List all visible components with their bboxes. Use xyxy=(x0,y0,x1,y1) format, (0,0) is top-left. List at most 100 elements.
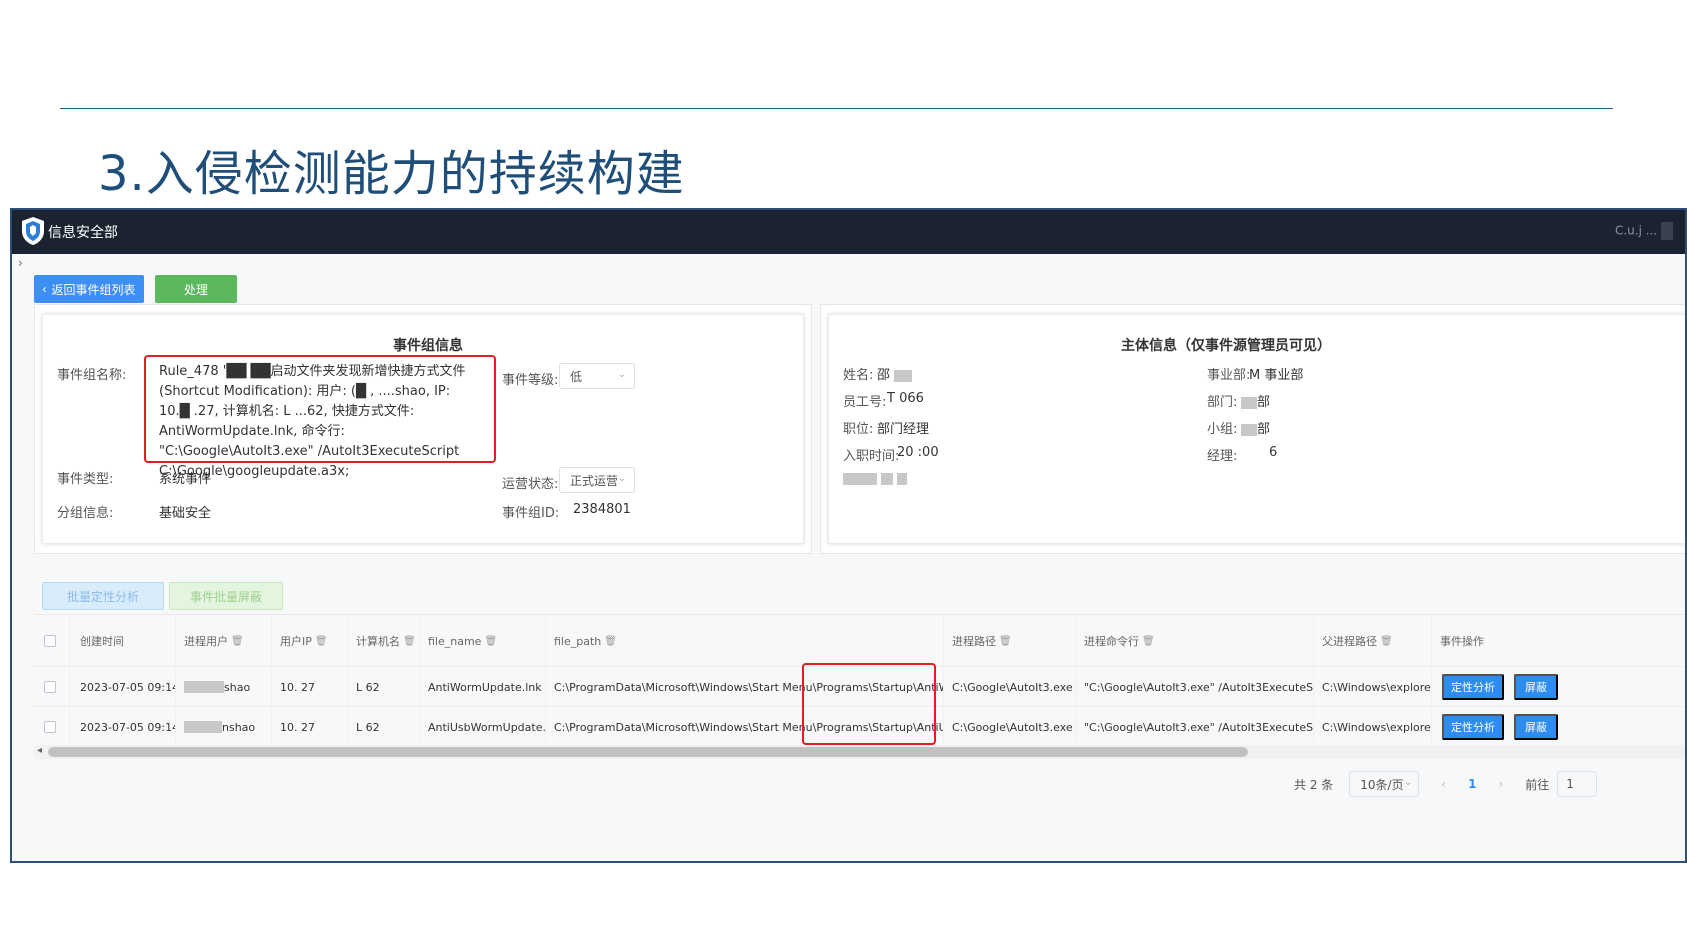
trash-icon[interactable]: 🗑 xyxy=(315,636,328,647)
division-label: 事业部: xyxy=(1207,368,1251,383)
trash-icon[interactable]: 🗑 xyxy=(1380,636,1393,647)
select-all-checkbox[interactable] xyxy=(44,635,56,647)
trash-icon[interactable]: 🗑 xyxy=(403,636,416,647)
chevron-down-icon: ⌄ xyxy=(617,473,626,484)
goto-input[interactable]: 1 xyxy=(1557,771,1598,797)
cell-process-path: C:\Google\AutoIt3.exe xyxy=(944,667,1076,707)
slide: 3.入侵检测能力的持续构建 信息安全部 C.u.j ... › ‹ 返回事件组列表… xyxy=(0,0,1687,949)
event-group-name-label: 事件组名称: xyxy=(57,368,127,383)
event-type-value: 系统事件 xyxy=(159,472,212,487)
cell-parent-path: C:\Windows\explorer.exe xyxy=(1314,707,1432,747)
header-host[interactable]: 计算机名 🗑 xyxy=(348,615,420,667)
page-number-1[interactable]: 1 xyxy=(1468,777,1476,791)
event-table: 创建时间 进程用户 🗑 用户IP 🗑 计算机名 🗑 file_name 🗑 file_p… xyxy=(34,614,1685,747)
row-checkbox[interactable] xyxy=(44,681,56,693)
ops-status-select[interactable]: 正式运营 ⌄ xyxy=(559,467,635,493)
header-ip[interactable]: 用户IP 🗑 xyxy=(272,615,348,667)
batch-analyze-button[interactable]: 批量定性分析 xyxy=(42,582,164,610)
trash-icon[interactable]: 🗑 xyxy=(999,636,1012,647)
ops-status-label: 运营状态: xyxy=(502,477,559,492)
row-checkbox[interactable] xyxy=(44,721,56,733)
cell-process-path: C:\Google\AutoIt3.exe xyxy=(944,707,1076,747)
scroll-left-icon[interactable]: ◂ xyxy=(37,745,42,756)
shield-button[interactable]: 屏蔽 xyxy=(1514,714,1558,740)
row-checkbox-cell xyxy=(34,667,70,707)
cell-time: 2023-07-05 09:14:00 xyxy=(70,667,176,707)
pagination: 共 2 条 10条/页 ⌄ ‹ 1 › 前往 1 xyxy=(1294,770,1598,798)
shield-button[interactable]: 屏蔽 xyxy=(1514,674,1558,700)
cell-user: nshao xyxy=(176,707,272,747)
chevron-down-icon: ⌄ xyxy=(617,369,626,380)
employee-id-label: 员工号: xyxy=(843,395,887,410)
cell-time: 2023-07-05 09:14:00 xyxy=(70,707,176,747)
slide-title: 3.入侵检测能力的持续构建 xyxy=(98,146,685,202)
event-level-value: 低 xyxy=(570,369,583,384)
subject-panel: 主体信息（仅事件源管理员可见） 姓名: 邵 事业部: M 事业部 员工号: T … xyxy=(828,314,1685,544)
page-size-select[interactable]: 10条/页 ⌄ xyxy=(1349,771,1420,797)
header-file-name[interactable]: file_name 🗑 xyxy=(420,615,546,667)
event-type-label: 事件类型: xyxy=(57,472,114,487)
batch-shield-button[interactable]: 事件批量屏蔽 xyxy=(169,582,283,610)
trash-icon[interactable]: 🗑 xyxy=(484,636,497,647)
header-file-path[interactable]: file_path 🗑 xyxy=(546,615,944,667)
redacted-field xyxy=(843,471,908,486)
event-group-panel: 事件组信息 事件组名称: Rule_478 '██ ██启动文件夹发现新增快捷方… xyxy=(42,314,804,544)
cell-ip: 10. 27 xyxy=(272,707,348,747)
total-count: 共 2 条 xyxy=(1294,777,1334,792)
header-parent-path[interactable]: 父进程路径 🗑 xyxy=(1314,615,1432,667)
ops-status-value: 正式运营 xyxy=(570,473,619,488)
department-value: 部 xyxy=(1241,391,1270,410)
avatar[interactable] xyxy=(1661,222,1673,240)
position-value: 部门经理 xyxy=(877,422,930,437)
header-user[interactable]: 进程用户 🗑 xyxy=(176,615,272,667)
event-group-title: 事件组信息 xyxy=(393,338,463,354)
group-info-label: 分组信息: xyxy=(57,506,114,521)
analyze-button[interactable]: 定性分析 xyxy=(1442,674,1504,700)
name-label: 姓名: xyxy=(843,368,874,383)
trash-icon[interactable]: 🗑 xyxy=(604,636,617,647)
horizontal-scrollbar[interactable]: ◂ xyxy=(34,745,1685,759)
chevron-down-icon: ⌄ xyxy=(1403,777,1413,788)
shield-logo-icon xyxy=(22,217,44,245)
cell-command-line: "C:\Google\AutoIt3.exe" /AutoIt3ExecuteS… xyxy=(1076,667,1314,707)
scroll-thumb[interactable] xyxy=(48,747,1248,757)
trash-icon[interactable]: 🗑 xyxy=(231,636,244,647)
team-value: 部 xyxy=(1241,418,1270,437)
cell-file-name: AntiUsbWormUpdate.lnk xyxy=(420,707,546,747)
cell-command-line: "C:\Google\AutoIt3.exe" /AutoIt3ExecuteS… xyxy=(1076,707,1314,747)
header-checkbox-cell xyxy=(34,615,70,667)
back-to-list-button[interactable]: ‹ 返回事件组列表 xyxy=(34,275,144,303)
header-command-line[interactable]: 进程命令行 🗑 xyxy=(1076,615,1314,667)
row-checkbox-cell xyxy=(34,707,70,747)
page-size-value: 10条/页 xyxy=(1360,777,1404,792)
header-time[interactable]: 创建时间 xyxy=(70,615,176,667)
cell-file-name: AntiWormUpdate.lnk xyxy=(420,667,546,707)
back-label: 返回事件组列表 xyxy=(51,282,136,297)
header-process-path[interactable]: 进程路径 🗑 xyxy=(944,615,1076,667)
table-header-row: 创建时间 进程用户 🗑 用户IP 🗑 计算机名 🗑 file_name 🗑 file_p… xyxy=(34,615,1685,667)
position-label: 职位: xyxy=(843,422,874,437)
user-name: C.u.j ... xyxy=(1614,223,1658,238)
sidebar-expand-icon[interactable]: › xyxy=(18,256,23,270)
event-level-select[interactable]: 低 ⌄ xyxy=(559,363,635,389)
manager-label: 经理: xyxy=(1207,449,1238,464)
event-level-label: 事件等级: xyxy=(502,373,559,388)
user-menu[interactable]: C.u.j ... xyxy=(1615,222,1673,240)
trash-icon[interactable]: 🗑 xyxy=(1142,636,1155,647)
name-value: 邵 xyxy=(877,364,913,383)
division-value: M 事业部 xyxy=(1249,368,1304,383)
app-name: 信息安全部 xyxy=(48,225,118,241)
department-label: 部门: xyxy=(1207,395,1238,410)
subject-title: 主体信息（仅事件源管理员可见） xyxy=(1121,338,1331,354)
top-navbar: 信息安全部 C.u.j ... xyxy=(12,210,1685,254)
chevron-left-icon: ‹ xyxy=(42,282,47,296)
analyze-button[interactable]: 定性分析 xyxy=(1442,714,1504,740)
divider xyxy=(60,108,1613,109)
cell-parent-path: C:\Windows\explorer.exe xyxy=(1314,667,1432,707)
cell-ip: 10. 27 xyxy=(272,667,348,707)
join-date-value: 20 :00 xyxy=(897,445,939,460)
handle-button[interactable]: 处理 xyxy=(155,275,237,303)
next-page-icon[interactable]: › xyxy=(1498,777,1503,791)
highlight-box xyxy=(144,355,496,463)
prev-page-icon[interactable]: ‹ xyxy=(1441,777,1446,791)
